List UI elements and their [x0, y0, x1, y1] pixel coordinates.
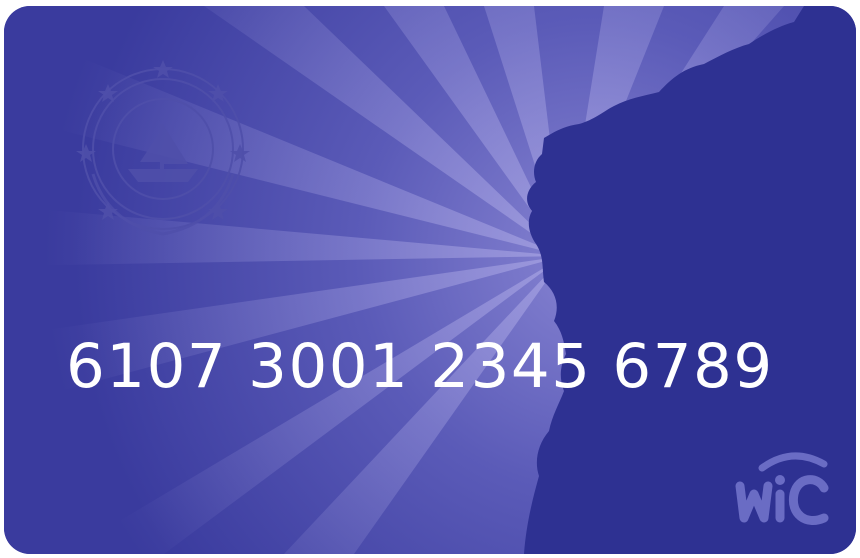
- state-seal-emblem: [76, 60, 250, 236]
- card-number: 6107 3001 2345 6789: [66, 331, 774, 402]
- wic-logo: [735, 452, 829, 525]
- benefit-card: 6107 3001 2345 6789: [4, 6, 856, 554]
